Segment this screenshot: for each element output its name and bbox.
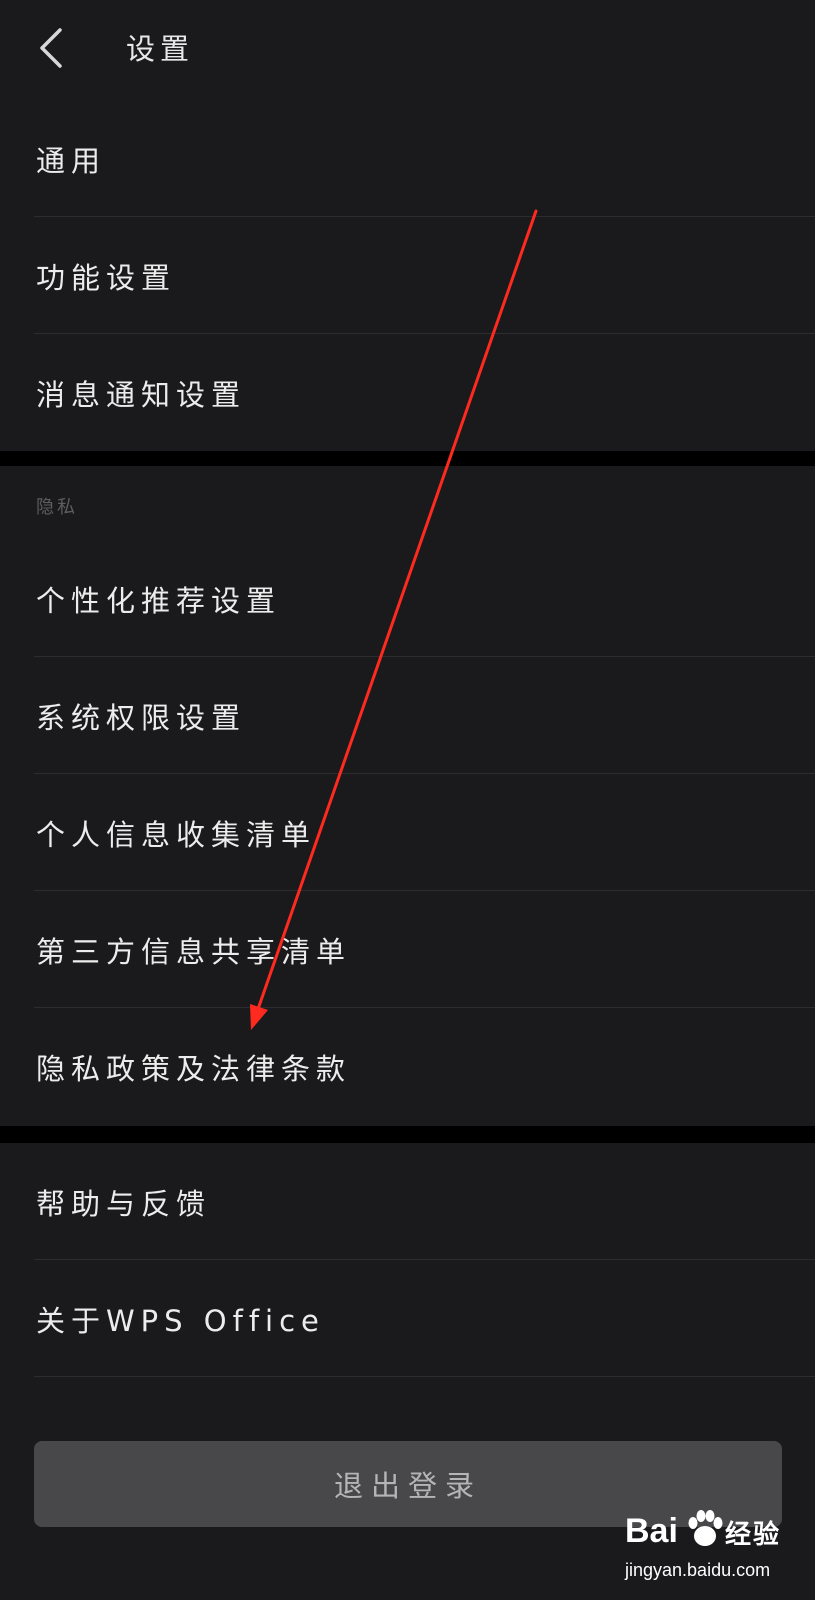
section-title-privacy: 隐私 — [36, 497, 78, 518]
watermark: Bai 经验 jingyan.baidu.com — [625, 1508, 805, 1590]
settings-item-about[interactable]: 关于WPS Office — [0, 1260, 815, 1377]
settings-item-label: 隐私政策及法律条款 — [36, 1051, 352, 1086]
back-button[interactable] — [30, 22, 76, 74]
general-settings-group: 通用 功能设置 消息通知设置 — [0, 100, 815, 451]
settings-item-label: 个性化推荐设置 — [36, 583, 282, 618]
settings-item-general[interactable]: 通用 — [0, 100, 815, 217]
settings-item-label: 关于WPS Office — [36, 1303, 325, 1338]
settings-item-label: 功能设置 — [36, 260, 177, 295]
settings-item-label: 第三方信息共享清单 — [36, 934, 352, 969]
settings-item-system-permissions[interactable]: 系统权限设置 — [0, 657, 815, 774]
divider — [34, 1376, 815, 1377]
section-separator — [0, 1126, 815, 1143]
privacy-item-list: 个性化推荐设置 系统权限设置 个人信息收集清单 第三方信息共享清单 隐私政策及法… — [0, 540, 815, 1125]
settings-item-label: 个人信息收集清单 — [36, 817, 317, 852]
support-settings-group: 帮助与反馈 关于WPS Office — [0, 1143, 815, 1377]
settings-item-third-party-sharing[interactable]: 第三方信息共享清单 — [0, 891, 815, 1008]
settings-item-personal-info-list[interactable]: 个人信息收集清单 — [0, 774, 815, 891]
settings-item-features[interactable]: 功能设置 — [0, 217, 815, 334]
privacy-settings-group: 隐私 个性化推荐设置 系统权限设置 个人信息收集清单 第三方信息共享清单 隐私政… — [0, 466, 815, 1126]
watermark-logo-text: Bai — [625, 1512, 678, 1550]
settings-item-label: 消息通知设置 — [36, 377, 247, 412]
settings-item-notifications[interactable]: 消息通知设置 — [0, 334, 815, 451]
watermark-jingyan-text: 经验 — [725, 1520, 782, 1550]
settings-item-privacy-policy[interactable]: 隐私政策及法律条款 — [0, 1008, 815, 1125]
settings-item-personalized-recommendation[interactable]: 个性化推荐设置 — [0, 540, 815, 657]
section-separator — [0, 451, 815, 466]
settings-item-label: 帮助与反馈 — [36, 1186, 212, 1221]
logout-label: 退出登录 — [333, 1469, 482, 1503]
settings-item-help-feedback[interactable]: 帮助与反馈 — [0, 1143, 815, 1260]
chevron-left-icon — [40, 28, 62, 68]
settings-item-label: 系统权限设置 — [36, 700, 247, 735]
page-title: 设置 — [126, 32, 195, 66]
settings-item-label: 通用 — [36, 143, 107, 178]
baidu-paw-icon — [688, 1510, 723, 1546]
header: 设置 — [0, 0, 815, 100]
watermark-url: jingyan.baidu.com — [625, 1560, 771, 1580]
